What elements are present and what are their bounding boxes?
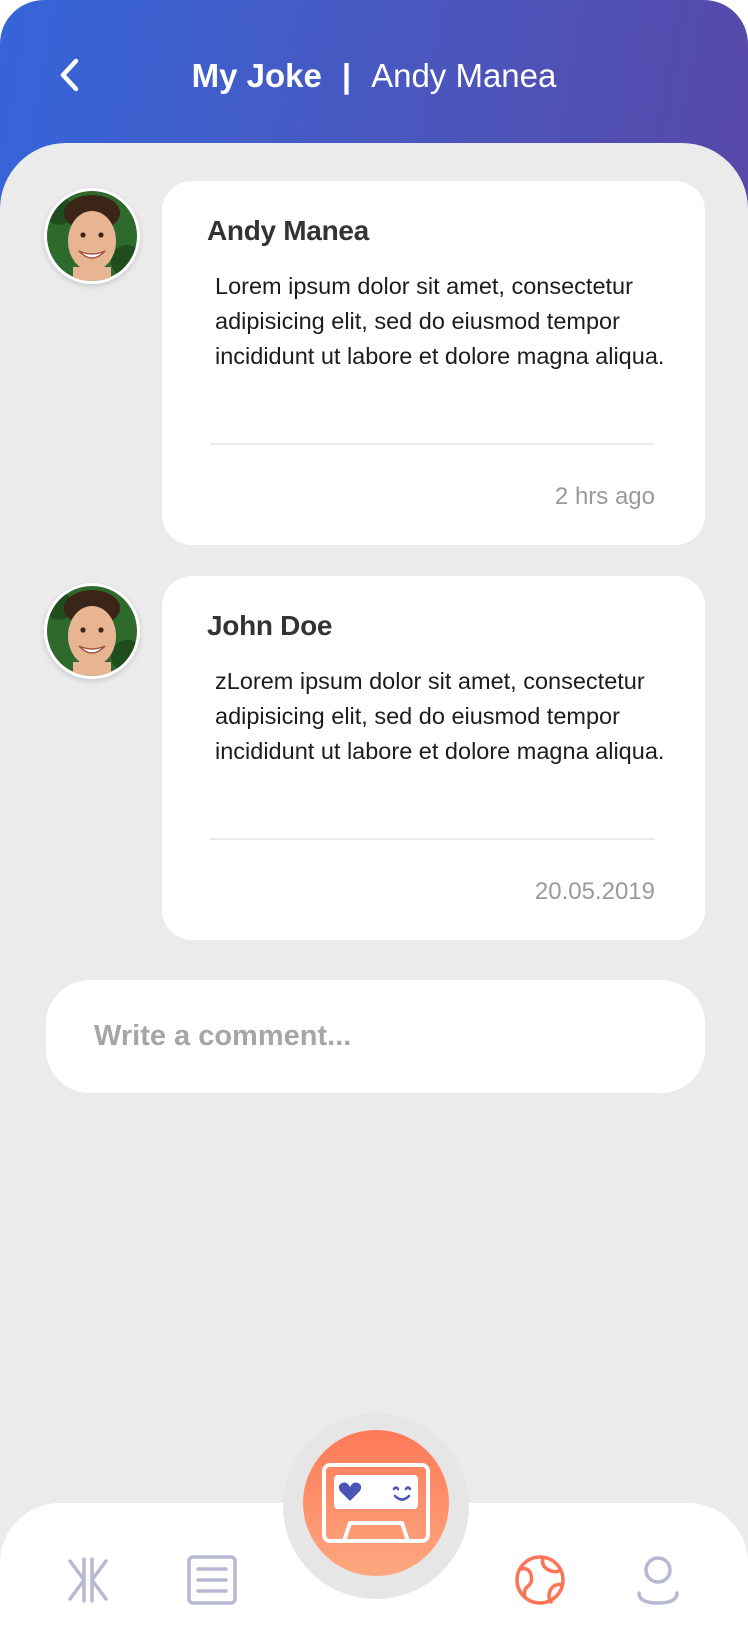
avatar-photo (47, 586, 137, 676)
title-author: Andy Manea (371, 57, 557, 94)
avatar[interactable] (44, 188, 140, 284)
comment-card: Andy Manea Lorem ipsum dolor sit amet, c… (162, 181, 705, 545)
comment-card: John Doe zLorem ipsum dolor sit amet, co… (162, 576, 705, 940)
comment-author: John Doe (207, 610, 333, 641)
avatar[interactable] (44, 583, 140, 679)
comment-text: Lorem ipsum dolor sit amet, consectetur … (215, 273, 665, 369)
divider (210, 838, 655, 840)
tab-list[interactable] (182, 1550, 242, 1610)
avatar-photo (47, 191, 137, 281)
title-separator: | (341, 57, 352, 94)
globe-icon (515, 1555, 565, 1605)
title-label: My Joke (191, 57, 322, 94)
divider (210, 443, 655, 445)
tab-profile[interactable] (628, 1550, 688, 1610)
center-action-button[interactable] (303, 1430, 449, 1576)
comment-author: Andy Manea (207, 215, 369, 246)
comment-input[interactable] (92, 1019, 656, 1054)
comment-text: zLorem ipsum dolor sit amet, consectetur… (215, 668, 665, 764)
profile-icon (637, 1556, 679, 1605)
page-title: My Joke | Andy Manea (0, 56, 748, 96)
tab-home[interactable] (58, 1550, 118, 1610)
screen: My Joke | Andy Manea Andy Manea Lorem ipsu… (0, 0, 748, 1644)
tab-explore[interactable] (510, 1550, 570, 1610)
comment-box[interactable] (46, 980, 705, 1093)
comment-timestamp: 2 hrs ago (554, 483, 655, 510)
list-icon (187, 1555, 237, 1605)
cassette-icon (322, 1463, 430, 1543)
comment-timestamp: 20.05.2019 (534, 878, 655, 905)
logo-icon (68, 1557, 108, 1603)
